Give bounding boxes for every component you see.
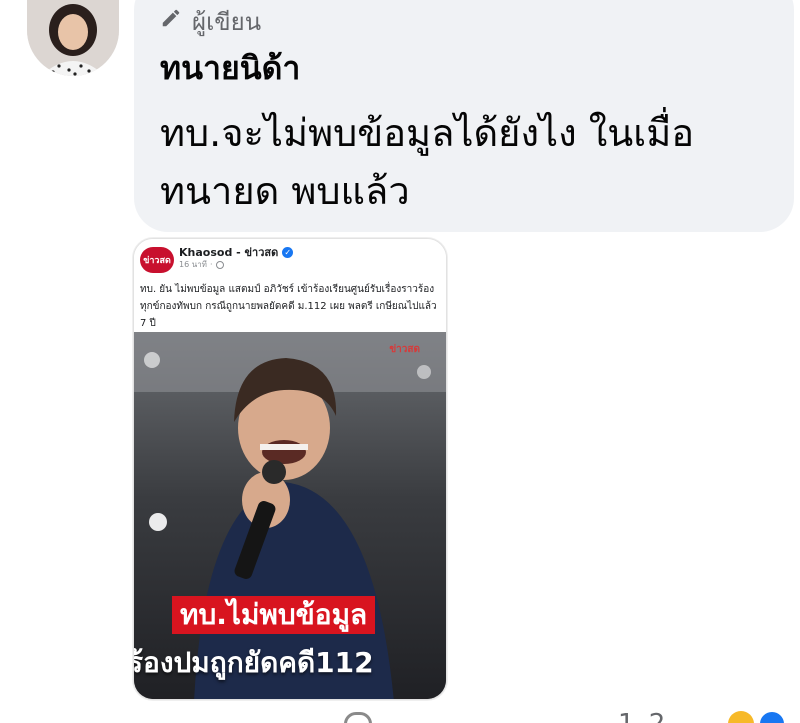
photo-watermark: ข่าวสด (389, 344, 420, 355)
pencil-icon (160, 7, 182, 35)
shared-post-header: ข่าวสด Khaosod - ข่าวสด ✓ 16 นาที · ทบ. … (134, 239, 446, 339)
comment-author-name[interactable]: ทนายนิด้า (160, 48, 300, 88)
page-logo[interactable]: ข่าวสด (140, 247, 174, 273)
reply-action-icon[interactable] (344, 712, 372, 723)
photo-headline-2: ร้องปมถูกยัดคดี112 (134, 646, 374, 679)
comment-text: ทบ.จะไม่พบข้อมูลได้ยังไง ในเมื่อ ทนายด พ… (160, 111, 695, 213)
post-meta: 16 นาที · (179, 258, 224, 271)
haha-reaction-icon (728, 711, 754, 723)
author-badge-label: ผู้เขียน (192, 7, 262, 36)
shared-post-photo[interactable]: ข่าวสด ทบ.ไม่พบข้อมูล ร้องปมถูกยัดคดี112 (134, 332, 446, 699)
author-badge: ผู้เขียน (160, 6, 261, 36)
reaction-count[interactable]: 1,2.. (618, 709, 691, 723)
photo-headline-1: ทบ.ไม่พบข้อมูล (172, 596, 376, 634)
shared-post-text: ทบ. ยัน ไม่พบข้อมูล แสตมป์ อภิวัชร์ เข้า… (140, 284, 437, 329)
globe-icon (215, 260, 224, 269)
commenter-avatar[interactable] (27, 0, 119, 76)
comment-footer: 1,2.. (0, 706, 800, 723)
post-time[interactable]: 16 นาที (179, 258, 207, 271)
shared-post-card[interactable]: ข่าวสด Khaosod - ข่าวสด ✓ 16 นาที · ทบ. … (133, 238, 447, 700)
verified-check-icon: ✓ (282, 246, 294, 258)
like-reaction-icon (758, 710, 786, 723)
